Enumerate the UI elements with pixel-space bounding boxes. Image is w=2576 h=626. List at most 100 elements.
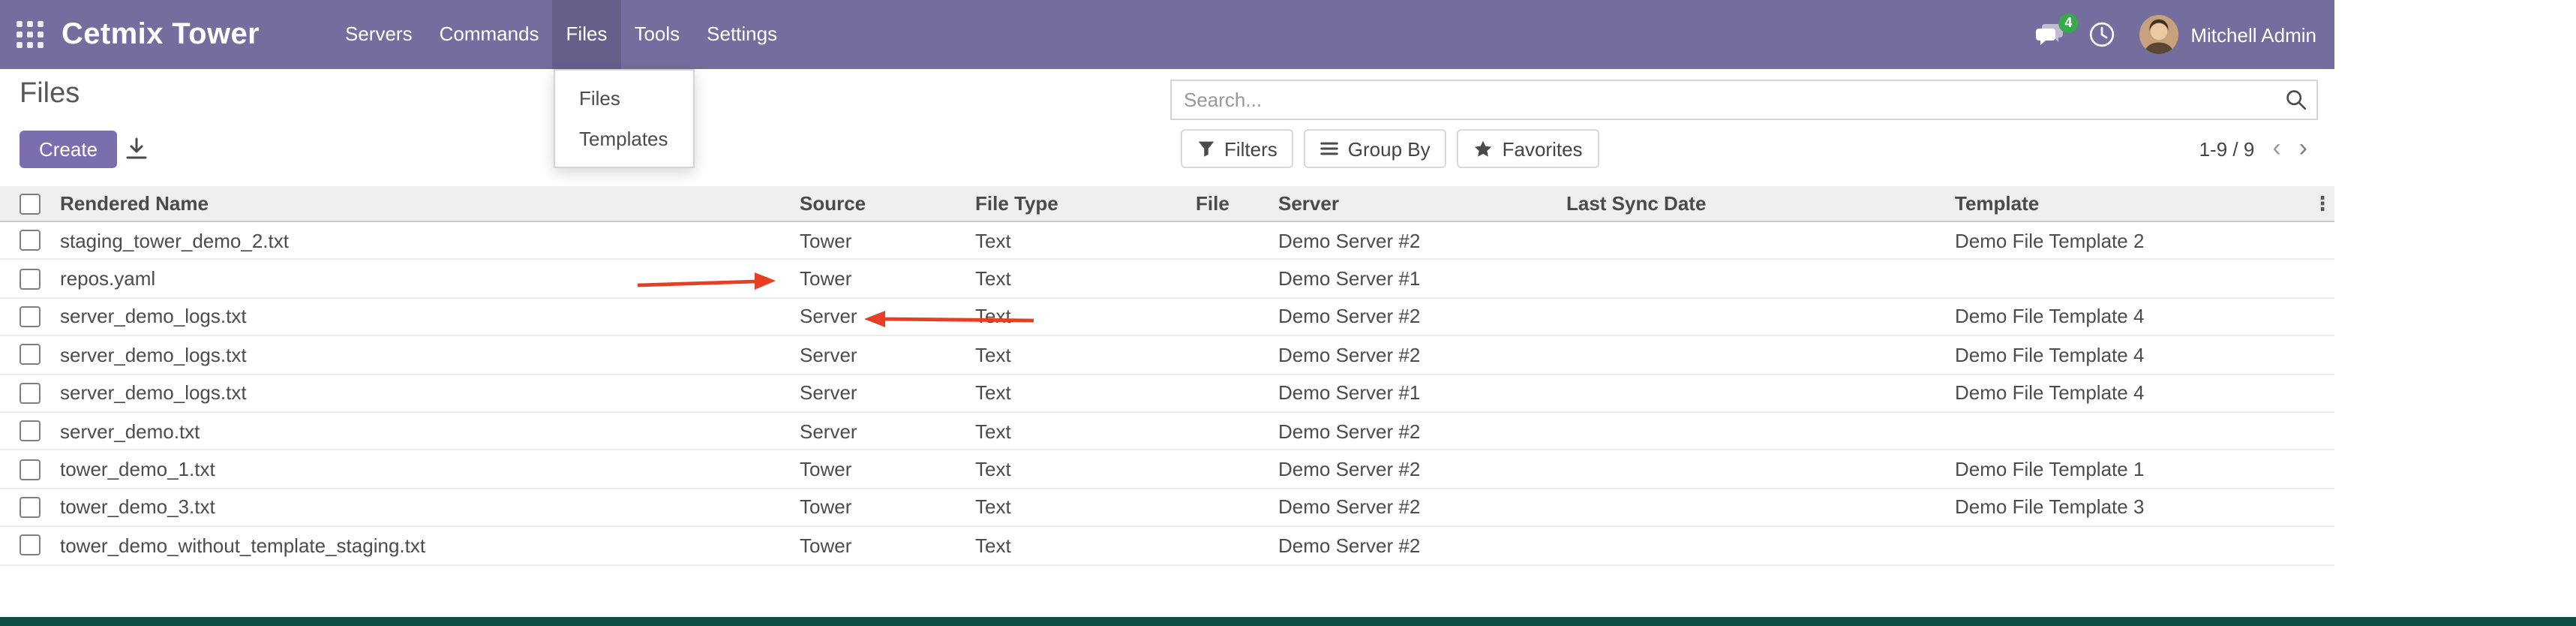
menu-servers[interactable]: Servers xyxy=(332,0,426,69)
filters-label: Filters xyxy=(1224,137,1277,160)
messages-badge: 4 xyxy=(2058,13,2078,32)
row-checkbox[interactable] xyxy=(20,306,41,327)
row-checkbox[interactable] xyxy=(20,268,41,289)
cell-source: Tower xyxy=(800,496,975,519)
favorites-label: Favorites xyxy=(1503,137,1583,160)
cell-source: Server xyxy=(800,420,975,442)
create-button[interactable]: Create xyxy=(20,131,117,168)
group-by-label: Group By xyxy=(1348,137,1431,160)
user-name: Mitchell Admin xyxy=(2190,23,2316,46)
menu-files[interactable]: Files xyxy=(553,0,621,69)
table-row[interactable]: tower_demo_1.txtTowerTextDemo Server #2D… xyxy=(0,451,2334,489)
table-row[interactable]: tower_demo_3.txtTowerText Demo Server #2 D… xyxy=(0,489,2334,527)
select-all-checkbox[interactable] xyxy=(20,193,41,214)
row-checkbox[interactable] xyxy=(20,230,41,251)
cell-source: Tower xyxy=(800,458,975,480)
cell-server: Demo Server #2 xyxy=(1278,534,1566,557)
column-rendered-name[interactable]: Rendered Name xyxy=(60,192,800,215)
cell-rendered-name: server_demo.txt xyxy=(60,420,800,442)
search-icon[interactable] xyxy=(2274,89,2316,111)
cell-file-type: Text xyxy=(975,496,1196,519)
table-row[interactable]: staging_tower_demo_2.txtTowerTextDemo Se… xyxy=(0,222,2334,260)
cell-server: Demo Server #1 xyxy=(1278,382,1566,405)
cell-server: Demo Server #2 xyxy=(1278,458,1566,480)
cell-template: Demo File Template 4 xyxy=(1955,305,2310,328)
column-file-type[interactable]: File Type xyxy=(975,192,1196,215)
row-checkbox[interactable] xyxy=(20,345,41,366)
bars-icon xyxy=(1321,140,1339,158)
cell-file-type: Text xyxy=(975,267,1196,290)
cell-file-type: Text xyxy=(975,229,1196,251)
table-row[interactable]: server_demo.txtServerTextDemo Server #2 xyxy=(0,413,2334,451)
apps-menu-icon[interactable] xyxy=(17,21,45,50)
optional-columns-icon[interactable]: ⋮ xyxy=(2313,191,2332,215)
main-menu: Servers Commands Files Tools Settings xyxy=(332,0,791,69)
cell-server: Demo Server #1 xyxy=(1278,267,1566,290)
download-icon xyxy=(125,137,149,161)
dropdown-item-files[interactable]: Files xyxy=(555,78,693,119)
menu-tools[interactable]: Tools xyxy=(620,0,693,69)
row-checkbox[interactable] xyxy=(20,535,41,556)
cell-file-type: Text xyxy=(975,344,1196,366)
table-row[interactable]: tower_demo_without_template_staging.txtT… xyxy=(0,527,2334,565)
cell-source: Server xyxy=(800,305,975,328)
search-box xyxy=(1170,80,2318,120)
app-window: Cetmix Tower Servers Commands Files Tool… xyxy=(0,0,2334,617)
row-checkbox[interactable] xyxy=(20,497,41,518)
files-table: Rendered Name Source File Type File Serv… xyxy=(0,186,2334,565)
pager-prev-button[interactable]: ‹ xyxy=(2272,135,2280,162)
cell-rendered-name: server_demo_logs.txt xyxy=(60,382,800,405)
cell-file-type: Text xyxy=(975,305,1196,328)
cell-server: Demo Server #2 xyxy=(1278,229,1566,251)
cell-server: Demo Server #2 xyxy=(1278,496,1566,519)
cell-rendered-name: server_demo_logs.txt xyxy=(60,305,800,328)
cell-source: Server xyxy=(800,344,975,366)
stage: Cetmix Tower Servers Commands Files Tool… xyxy=(0,0,2576,626)
cell-rendered-name: staging_tower_demo_2.txt xyxy=(60,229,800,251)
row-checkbox[interactable] xyxy=(20,459,41,480)
cell-file-type: Text xyxy=(975,382,1196,405)
cell-file-type: Text xyxy=(975,458,1196,480)
cell-rendered-name: tower_demo_3.txt xyxy=(60,496,800,519)
export-button[interactable] xyxy=(123,137,150,164)
cell-template: Demo File Template 4 xyxy=(1955,344,2310,366)
column-server[interactable]: Server xyxy=(1278,192,1566,215)
clock-icon xyxy=(2088,21,2115,48)
column-last-sync-date[interactable]: Last Sync Date xyxy=(1566,192,1955,215)
messages-button[interactable]: 4 xyxy=(2034,22,2064,47)
group-by-button[interactable]: Group By xyxy=(1305,129,1447,168)
column-template[interactable]: Template xyxy=(1955,192,2310,215)
menu-settings[interactable]: Settings xyxy=(693,0,791,69)
row-checkbox[interactable] xyxy=(20,420,41,441)
cell-file-type: Text xyxy=(975,534,1196,557)
search-input[interactable] xyxy=(1172,89,2274,111)
favorites-button[interactable]: Favorites xyxy=(1458,129,1599,168)
cell-file-type: Text xyxy=(975,420,1196,442)
cell-source: Tower xyxy=(800,534,975,557)
table-row[interactable]: repos.yamlTowerTextDemo Server #1 xyxy=(0,260,2334,299)
cell-rendered-name: tower_demo_without_template_staging.txt xyxy=(60,534,800,557)
table-row[interactable]: server_demo_logs.txtServerTextDemo Serve… xyxy=(0,336,2334,375)
brand-title: Cetmix Tower xyxy=(62,0,260,69)
activities-button[interactable] xyxy=(2088,21,2115,48)
pager-next-button[interactable]: › xyxy=(2299,135,2307,162)
column-source[interactable]: Source xyxy=(800,192,975,215)
table-body: staging_tower_demo_2.txtTowerTextDemo Se… xyxy=(0,222,2334,565)
bottom-edge-strip xyxy=(0,617,2576,626)
cell-template: Demo File Template 1 xyxy=(1955,458,2310,480)
page-title: Files xyxy=(20,78,80,111)
filter-bar: Filters Group By Favorites xyxy=(1181,129,1599,168)
cell-template: Demo File Template 4 xyxy=(1955,382,2310,405)
row-checkbox[interactable] xyxy=(20,383,41,404)
menu-commands[interactable]: Commands xyxy=(426,0,553,69)
column-file[interactable]: File xyxy=(1196,192,1278,215)
table-row[interactable]: server_demo_logs.txtServerTextDemo Serve… xyxy=(0,375,2334,413)
table-row[interactable]: server_demo_logs.txtServerText Demo Serve… xyxy=(0,299,2334,337)
cell-server: Demo Server #2 xyxy=(1278,305,1566,328)
dropdown-item-templates[interactable]: Templates xyxy=(555,119,693,159)
user-menu[interactable]: Mitchell Admin xyxy=(2139,15,2316,54)
table-header: Rendered Name Source File Type File Serv… xyxy=(0,186,2334,222)
filters-button[interactable]: Filters xyxy=(1181,129,1294,168)
cell-template: Demo File Template 3 xyxy=(1955,496,2310,519)
cell-rendered-name: server_demo_logs.txt xyxy=(60,344,800,366)
